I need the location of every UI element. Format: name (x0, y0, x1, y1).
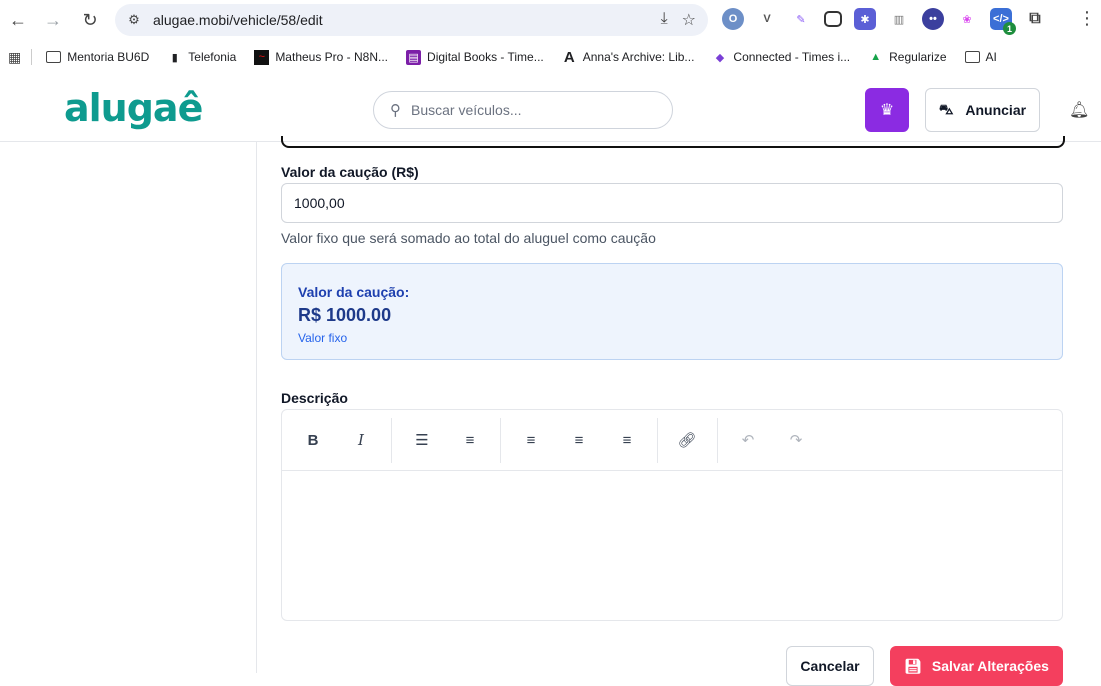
book-icon: ▤ (406, 49, 422, 65)
bookmark-matheus[interactable]: ~ Matheus Pro - N8N... (254, 49, 389, 65)
cancel-button[interactable]: Cancelar (786, 646, 874, 686)
search-icon: ⚲ (390, 102, 401, 119)
extension-badge: 1 (1003, 22, 1016, 35)
notifications-bell-icon[interactable]: 🔔︎ (1069, 100, 1089, 120)
save-changes-button[interactable]: 💾︎ Salvar Alterações (890, 646, 1063, 686)
folder-icon (964, 51, 980, 63)
connected-icon: ◆ (715, 51, 725, 64)
align-right-icon[interactable]: ≡ (615, 428, 639, 452)
bookmark-label: Digital Books - Time... (427, 50, 544, 64)
italic-icon[interactable]: I (349, 428, 373, 452)
align-left-icon[interactable]: ≡ (519, 428, 543, 452)
phone-icon: ▮ (171, 51, 178, 64)
bookmark-star-icon[interactable]: ☆ (682, 10, 696, 30)
deposit-summary-box: Valor da caução: R$ 1000.00 Valor fixo (281, 263, 1063, 360)
bookmark-label: Mentoria BU6D (67, 50, 150, 64)
bookmark-ai[interactable]: AI (964, 50, 997, 64)
bold-icon[interactable]: B (301, 428, 325, 452)
bookmark-label: Connected - Times i... (733, 50, 851, 64)
align-center-icon[interactable]: ≡ (567, 428, 591, 452)
apps-grid-icon[interactable]: ▦ (8, 49, 21, 66)
site-info-icon[interactable]: ⚙ (125, 11, 143, 29)
previous-section-edge (281, 136, 1065, 148)
toolbar-divider (717, 418, 718, 463)
extensions-puzzle-icon[interactable]: ⧉ (1024, 8, 1046, 30)
browser-toolbar: ← → ↻ ⚙ alugae.mobi/vehicle/58/edit ⤓ ☆ … (0, 0, 1101, 40)
deposit-hint: Valor fixo que será somado ao total do a… (281, 230, 656, 246)
bookmark-label: Matheus Pro - N8N... (275, 50, 389, 64)
bookmark-telefonia[interactable]: ▮ Telefonia (167, 50, 237, 65)
n8n-icon: ~ (254, 49, 270, 65)
logo-text: alugaê (64, 86, 203, 130)
car-icon: ⛍ (938, 100, 954, 117)
anunciar-label: Anunciar (965, 102, 1027, 118)
browser-menu-icon[interactable]: ⋮ (1078, 8, 1096, 29)
url-text[interactable]: alugae.mobi/vehicle/58/edit (153, 12, 323, 28)
reload-icon[interactable]: ↻ (74, 4, 106, 36)
deposit-label: Valor da caução (R$) (281, 164, 419, 180)
folder-icon (46, 51, 62, 63)
regularize-icon: ▲ (870, 51, 882, 63)
numbered-list-icon[interactable]: ≡ (458, 428, 482, 452)
save-icon: 💾︎ (904, 657, 922, 674)
vehicle-search[interactable]: ⚲ Buscar veículos... (373, 91, 673, 129)
extension-cast-icon[interactable] (824, 11, 842, 27)
bookmark-label: Telefonia (188, 50, 237, 64)
link-icon[interactable]: 🔗︎ (675, 428, 699, 452)
deposit-input[interactable]: 1000,00 (281, 183, 1063, 223)
back-icon[interactable]: ← (2, 4, 34, 36)
summary-title: Valor da caução: (298, 284, 410, 300)
editor-toolbar: B I ☰ ≡ ≡ ≡ ≡ 🔗︎ ↶ ↷ (282, 410, 1062, 471)
summary-amount: R$ 1000.00 (298, 305, 392, 325)
bullet-list-icon[interactable]: ☰ (410, 428, 434, 452)
bookmark-label: Regularize (889, 50, 947, 64)
bookmark-digital-books[interactable]: ▤ Digital Books - Time... (406, 49, 544, 65)
premium-button[interactable]: ♛ (865, 88, 909, 132)
extensions-bar: O V ✎ ✱ ▥ •• ❀ </> 1 ⧉ (722, 8, 1046, 35)
alugae-logo[interactable]: alugaê (64, 86, 203, 130)
redo-icon[interactable]: ↷ (784, 428, 808, 452)
extension-ghost-icon[interactable]: •• (922, 8, 944, 30)
bookmark-connected[interactable]: ◆ Connected - Times i... (712, 50, 850, 65)
extension-opera-icon[interactable]: O (722, 8, 744, 30)
extension-reader-icon[interactable]: ▥ (888, 8, 910, 30)
description-label: Descrição (281, 390, 348, 406)
install-app-icon[interactable]: ⤓ (661, 10, 668, 30)
app-header: alugaê ⚲ Buscar veículos... ♛ ⛍ Anunciar… (0, 78, 1101, 142)
save-label: Salvar Alterações (931, 658, 1049, 674)
undo-icon[interactable]: ↶ (736, 428, 760, 452)
toolbar-divider (500, 418, 501, 463)
editor-content-area[interactable] (282, 472, 1062, 620)
extension-gear-icon[interactable]: ✱ (854, 8, 876, 30)
crown-icon: ♛ (879, 102, 895, 119)
bookmark-label: Anna's Archive: Lib... (582, 50, 695, 64)
annas-archive-icon: A (563, 48, 575, 66)
bookmark-mentoria[interactable]: Mentoria BU6D (46, 50, 149, 64)
cancel-label: Cancelar (800, 658, 860, 674)
search-input[interactable]: Buscar veículos... (411, 102, 522, 118)
bookmarks-bar: ▦ Mentoria BU6D ▮ Telefonia ~ Matheus Pro … (0, 40, 1101, 74)
bookmark-regularize[interactable]: ▲ Regularize (868, 50, 946, 65)
toolbar-divider (657, 418, 658, 463)
extension-brain-icon[interactable]: ❀ (956, 8, 978, 30)
address-bar[interactable]: ⚙ alugae.mobi/vehicle/58/edit ⤓ ☆ (115, 4, 708, 36)
toolbar-divider (391, 418, 392, 463)
extension-v-icon[interactable]: V (756, 8, 778, 30)
forward-icon[interactable]: → (37, 4, 69, 36)
anunciar-button[interactable]: ⛍ Anunciar (925, 88, 1040, 132)
bookmark-annas-archive[interactable]: A Anna's Archive: Lib... (562, 48, 695, 66)
extension-feather-icon[interactable]: ✎ (790, 8, 812, 30)
bookmark-label: AI (985, 50, 997, 64)
description-editor: B I ☰ ≡ ≡ ≡ ≡ 🔗︎ ↶ ↷ (281, 409, 1063, 621)
bookmarks-divider (31, 49, 33, 65)
summary-note: Valor fixo (298, 331, 348, 345)
extension-code-icon[interactable]: </> 1 (990, 8, 1016, 35)
